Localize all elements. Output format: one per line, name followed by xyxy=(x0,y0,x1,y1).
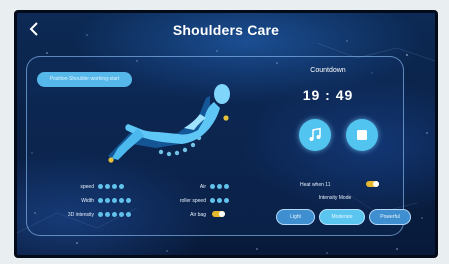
level-dot xyxy=(112,184,117,189)
massage-chair-illustration xyxy=(108,84,230,163)
setting-label-air: Air xyxy=(199,184,206,190)
level-dot xyxy=(224,198,229,203)
countdown-label: Countdown xyxy=(310,67,346,74)
speed-level-dots xyxy=(98,184,124,189)
page-title: Shoulders Care xyxy=(172,22,280,38)
width-level-dots xyxy=(98,198,131,203)
air-level-dots xyxy=(210,184,229,189)
setting-label-width: Width xyxy=(81,198,94,204)
level-dot xyxy=(217,198,222,203)
stop-icon xyxy=(357,130,367,140)
level-dot xyxy=(112,212,117,217)
level-dot xyxy=(98,212,103,217)
music-note-icon xyxy=(309,127,321,141)
level-dot xyxy=(98,184,103,189)
level-dot xyxy=(119,184,124,189)
intensity-option-moderate[interactable]: Moderate xyxy=(319,209,365,225)
setting-label-air-bag: Air bag xyxy=(190,212,206,218)
intensity-option-light[interactable]: Light xyxy=(276,209,315,225)
level-dot xyxy=(224,184,229,189)
countdown-timer: 19 : 49 xyxy=(302,87,354,103)
level-dot xyxy=(98,198,103,203)
air-bag-toggle[interactable] xyxy=(212,211,225,217)
setting-label-roller-speed: roller speed xyxy=(179,198,206,204)
level-dot xyxy=(112,198,117,203)
intensity-mode-label: Intensity Mode xyxy=(318,195,352,201)
heat-toggle[interactable] xyxy=(366,181,379,187)
level-dot xyxy=(126,198,131,203)
level-dot xyxy=(105,184,110,189)
level-dot xyxy=(119,212,124,217)
roller-speed-level-dots xyxy=(210,198,229,203)
level-dot xyxy=(126,212,131,217)
stop-button[interactable] xyxy=(346,119,378,151)
music-button[interactable] xyxy=(299,119,331,151)
heat-label: Heat when 11 xyxy=(300,182,331,188)
level-dot xyxy=(210,184,215,189)
intensity-option-powerful[interactable]: Powerful xyxy=(369,209,411,225)
level-dot xyxy=(105,212,110,217)
top-bar: Shoulders Care xyxy=(17,13,435,49)
level-dot xyxy=(210,198,215,203)
level-dot xyxy=(119,198,124,203)
setting-label-speed: speed xyxy=(80,184,94,190)
3d-intensity-level-dots xyxy=(98,212,131,217)
setting-label-3d-intensity: 3D intensity xyxy=(67,212,94,218)
level-dot xyxy=(217,184,222,189)
level-dot xyxy=(105,198,110,203)
